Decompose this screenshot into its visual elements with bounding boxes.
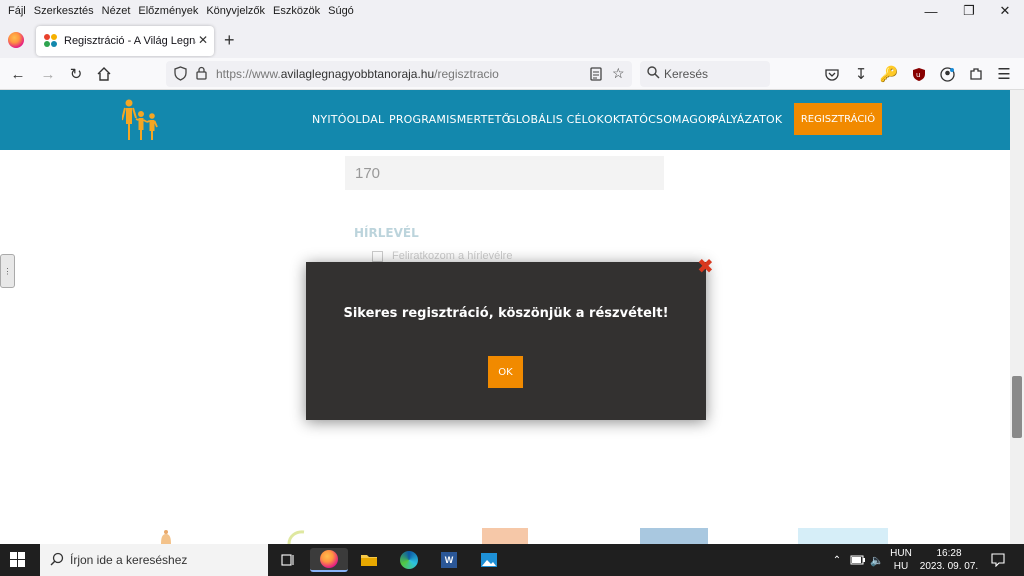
close-tab-icon[interactable]: ✕ — [198, 33, 208, 47]
number-input[interactable]: 170 — [345, 156, 664, 190]
search-bar[interactable]: Keresés — [640, 61, 770, 87]
partner-logo-1[interactable] — [158, 528, 174, 544]
newsletter-label: Feliratkozom a hírlevélre — [392, 250, 513, 262]
taskbar-photos-icon[interactable] — [476, 548, 502, 572]
scrollbar-thumb[interactable] — [1012, 376, 1022, 438]
menu-file[interactable]: Fájl — [4, 5, 30, 17]
url-bar[interactable]: https://www.avilaglegnagyobbtanoraja.hu/… — [166, 61, 632, 87]
taskbar-edge-icon[interactable] — [396, 548, 422, 572]
svg-text:u: u — [916, 71, 920, 79]
forward-arrow-icon[interactable]: → — [38, 64, 58, 84]
battery-icon[interactable] — [848, 548, 868, 572]
navigation-bar: ← → ↻ https://www.avilaglegnagyobbtanora… — [0, 58, 1024, 90]
menu-bar: Fájl Szerkesztés Nézet Előzmények Könyvj… — [0, 0, 1024, 22]
page-scrollbar[interactable] — [1010, 90, 1024, 544]
taskbar-word-icon[interactable]: W — [436, 548, 462, 572]
windows-start-icon[interactable] — [10, 552, 26, 568]
tab-registration[interactable]: Regisztráció - A Világ Legnagyobb Tanórá… — [36, 26, 214, 56]
register-nav-button[interactable]: REGISZTRÁCIÓ — [794, 103, 882, 135]
taskbar-clock[interactable]: 16:28 2023. 09. 07. — [918, 547, 980, 573]
menu-view[interactable]: Nézet — [98, 5, 135, 17]
search-icon — [647, 66, 660, 82]
taskbar-file-explorer-icon[interactable] — [356, 548, 382, 572]
notifications-icon[interactable] — [988, 548, 1008, 572]
tray-chevron-up-icon[interactable]: ⌃ — [828, 548, 846, 572]
home-icon[interactable] — [94, 64, 114, 84]
partner-logo-4[interactable] — [640, 528, 708, 544]
firefox-view-icon[interactable] — [8, 32, 24, 48]
key-extension-icon[interactable]: 🔑 — [879, 64, 899, 84]
partner-logo-2[interactable] — [286, 528, 312, 545]
url-text: https://www.avilaglegnagyobbtanoraja.hu/… — [216, 67, 499, 81]
partner-logo-5[interactable] — [798, 528, 888, 544]
tab-title: Regisztráció - A Világ Legnagyobb Tanórá… — [64, 35, 196, 47]
ublock-icon[interactable]: u — [909, 64, 929, 84]
nav-program[interactable]: PROGRAMISMERTETŐ — [389, 113, 510, 126]
tab-strip: Regisztráció - A Világ Legnagyobb Tanórá… — [0, 22, 1024, 58]
reload-icon[interactable]: ↻ — [66, 64, 86, 84]
input-language[interactable]: HUN HU — [886, 547, 916, 573]
windows-taskbar: Írjon ide a kereséshez W ⌃ 🔈 HUN HU 16:2… — [0, 544, 1024, 576]
menu-history[interactable]: Előzmények — [134, 5, 202, 17]
close-dialog-icon[interactable]: ✖ — [697, 256, 714, 276]
newsletter-heading: HÍRLEVÉL — [354, 226, 419, 240]
task-view-icon[interactable] — [276, 548, 300, 572]
site-favicon-icon — [44, 34, 58, 48]
bookmark-star-icon[interactable]: ☆ — [612, 65, 625, 82]
success-dialog: Sikeres regisztráció, köszönjük a részvé… — [306, 262, 706, 420]
menu-edit[interactable]: Szerkesztés — [30, 5, 98, 17]
site-header: NYITÓOLDAL PROGRAMISMERTETŐ GLOBÁLIS CÉL… — [0, 90, 1010, 150]
menu-hamburger-icon[interactable]: ☰ — [994, 64, 1014, 84]
shield-icon[interactable] — [174, 66, 187, 84]
nav-teaching-packs[interactable]: OKTATÓCSOMAGOK — [604, 113, 714, 126]
reader-view-icon[interactable] — [590, 67, 602, 84]
newsletter-checkbox[interactable] — [372, 251, 383, 262]
extensions-icon[interactable] — [966, 64, 986, 84]
new-tab-button[interactable]: + — [224, 31, 235, 49]
nav-global-goals[interactable]: GLOBÁLIS CÉLOK — [507, 113, 604, 126]
close-window-button[interactable]: ✕ — [982, 0, 1024, 22]
partner-logo-3[interactable] — [482, 528, 528, 544]
taskbar-search-box[interactable]: Írjon ide a kereséshez — [40, 544, 268, 576]
dialog-message: Sikeres regisztráció, köszönjük a részvé… — [343, 306, 669, 321]
account-icon[interactable] — [937, 64, 957, 84]
search-placeholder: Keresés — [664, 67, 709, 81]
downloads-icon[interactable]: ↧ — [851, 64, 871, 84]
taskbar-firefox-icon[interactable] — [310, 548, 348, 572]
taskbar-search-icon — [50, 552, 64, 569]
site-logo[interactable] — [121, 98, 162, 142]
ok-button[interactable]: OK — [488, 356, 523, 388]
menu-help[interactable]: Súgó — [324, 5, 358, 17]
menu-bookmarks[interactable]: Könyvjelzők — [202, 5, 269, 17]
pocket-icon[interactable] — [822, 64, 842, 84]
menu-tools[interactable]: Eszközök — [269, 5, 324, 17]
nav-applications[interactable]: PÁLYÁZATOK — [712, 113, 782, 126]
lock-icon[interactable] — [196, 66, 207, 83]
side-toolbar-handle[interactable]: ⋮ — [0, 254, 15, 288]
back-arrow-icon[interactable]: ← — [8, 64, 28, 84]
nav-home[interactable]: NYITÓOLDAL — [312, 113, 384, 126]
taskbar-search-placeholder: Írjon ide a kereséshez — [70, 553, 188, 567]
volume-icon[interactable]: 🔈 — [868, 548, 886, 572]
